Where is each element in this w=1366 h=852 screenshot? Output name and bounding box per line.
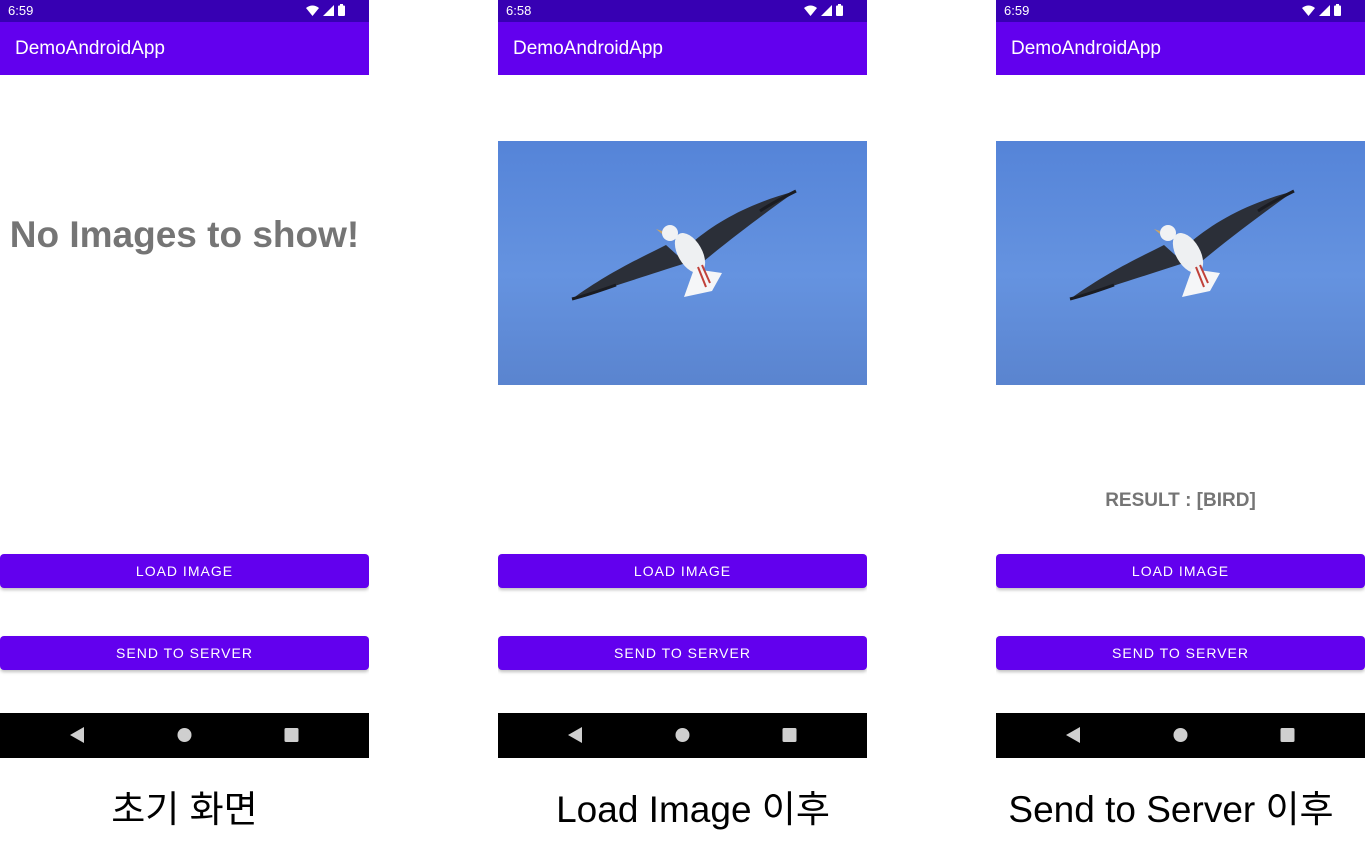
- caption-send-to-server: Send to Server 이후: [1008, 789, 1334, 830]
- nav-home-icon[interactable]: [675, 727, 690, 743]
- nav-recents-icon[interactable]: [782, 727, 797, 743]
- wifi-icon: [306, 5, 319, 16]
- navigation-bar: [0, 713, 369, 758]
- battery-icon: [836, 4, 843, 16]
- status-bar: 6:59: [0, 0, 369, 22]
- send-to-server-button[interactable]: SEND TO SERVER: [996, 636, 1365, 670]
- caption-initial-screen: 초기 화면: [111, 789, 258, 830]
- battery-icon: [1334, 4, 1341, 16]
- navigation-bar: [498, 713, 867, 758]
- status-bar: 6:58: [498, 0, 867, 22]
- app-bar: DemoAndroidApp: [498, 22, 867, 75]
- cell-signal-icon: [1319, 4, 1330, 16]
- caption-load-image: Load Image 이후: [556, 789, 830, 830]
- nav-back-icon[interactable]: [70, 727, 85, 743]
- app-title: DemoAndroidApp: [1011, 38, 1161, 59]
- app-title: DemoAndroidApp: [513, 38, 663, 59]
- status-time: 6:59: [1004, 3, 1030, 18]
- cell-signal-icon: [821, 4, 832, 16]
- battery-icon: [338, 4, 345, 16]
- status-time: 6:58: [506, 3, 532, 18]
- bird-image: [498, 141, 867, 385]
- navigation-bar: [996, 713, 1365, 758]
- app-bar: DemoAndroidApp: [0, 22, 369, 75]
- nav-home-icon[interactable]: [177, 727, 192, 743]
- nav-recents-icon[interactable]: [1280, 727, 1295, 743]
- status-time: 6:59: [8, 3, 34, 18]
- nav-back-icon[interactable]: [568, 727, 583, 743]
- nav-back-icon[interactable]: [1066, 727, 1081, 743]
- send-to-server-button[interactable]: SEND TO SERVER: [0, 636, 369, 670]
- nav-home-icon[interactable]: [1173, 727, 1188, 743]
- status-bar: 6:59: [996, 0, 1365, 22]
- empty-state-message: No Images to show!: [9, 214, 360, 255]
- result-label: RESULT : [BIRD]: [1105, 490, 1256, 511]
- load-image-button[interactable]: LOAD IMAGE: [0, 554, 369, 588]
- app-bar: DemoAndroidApp: [996, 22, 1365, 75]
- app-title: DemoAndroidApp: [15, 38, 165, 59]
- phone-screen-load-image: 6:58 DemoAndroidApp LOAD IMAGE SEND TO S…: [498, 0, 867, 758]
- load-image-button[interactable]: LOAD IMAGE: [996, 554, 1365, 588]
- phone-screen-send-to-server: 6:59 DemoAndroidApp RESULT : [BIRD] LOAD…: [996, 0, 1365, 758]
- cell-signal-icon: [323, 4, 334, 16]
- bird-image: [996, 141, 1365, 385]
- phone-screen-initial: 6:59 DemoAndroidApp No Images to show! L…: [0, 0, 369, 758]
- nav-recents-icon[interactable]: [284, 727, 299, 743]
- seagull-illustration: [1069, 189, 1295, 301]
- wifi-icon: [804, 5, 817, 16]
- wifi-icon: [1302, 5, 1315, 16]
- seagull-illustration: [571, 189, 797, 301]
- send-to-server-button[interactable]: SEND TO SERVER: [498, 636, 867, 670]
- load-image-button[interactable]: LOAD IMAGE: [498, 554, 867, 588]
